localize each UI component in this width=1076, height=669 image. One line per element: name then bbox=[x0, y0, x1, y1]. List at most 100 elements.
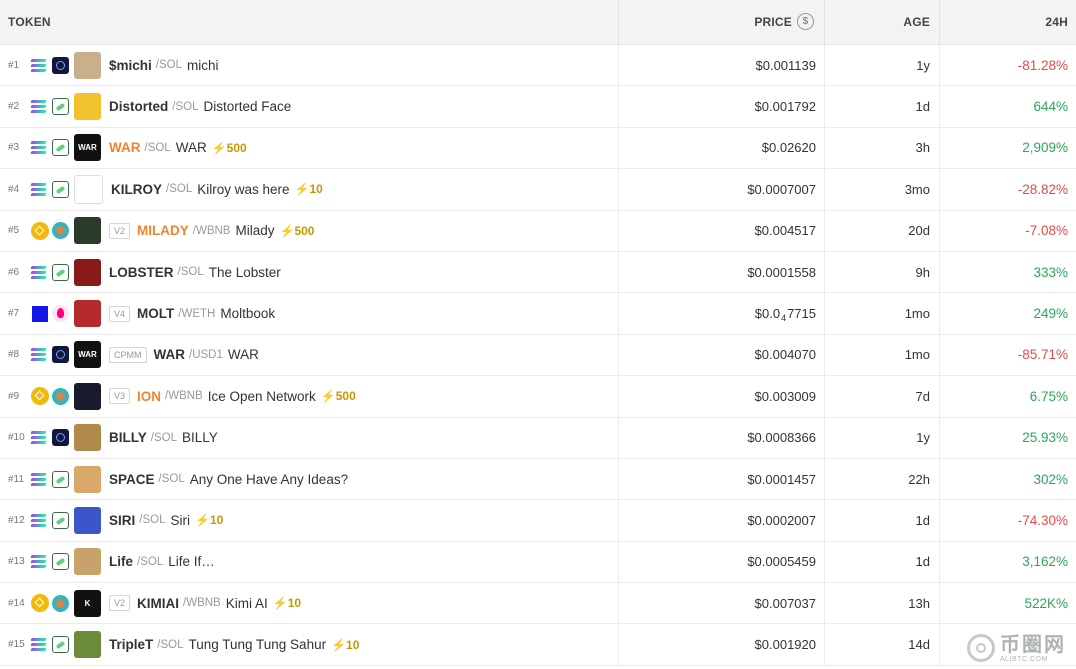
table-row[interactable]: #14 K V2 KIMIAI/WBNB Kimi AI ⚡10 $0.007037 13h 5… bbox=[0, 583, 1076, 625]
token-name: Ice Open Network bbox=[207, 388, 316, 404]
table-row[interactable]: #15 TripleT/SOL Tung Tung Tung Sahur ⚡10 $0.… bbox=[0, 624, 1076, 666]
price-value: $0.0007007 bbox=[747, 181, 816, 197]
table-row[interactable]: #7 V4 MOLT/WETH Moltbook $0.047715 1mo 249% bbox=[0, 293, 1076, 335]
boost-badge: ⚡10 bbox=[331, 637, 360, 652]
token-name: Kimi AI bbox=[225, 595, 268, 611]
token-name: Siri bbox=[170, 512, 190, 528]
change-24h-value: 25.93% bbox=[1022, 430, 1068, 446]
token-cell[interactable]: #7 V4 MOLT/WETH Moltbook bbox=[0, 293, 618, 333]
solana-chain-icon bbox=[30, 263, 49, 281]
table-row[interactable]: #2 Distorted/SOL Distorted Face $0.001792 1d… bbox=[0, 86, 1076, 128]
solana-chain-icon bbox=[30, 636, 49, 654]
token-cell[interactable]: #10 BILLY/SOL BILLY bbox=[0, 418, 618, 458]
token-cell[interactable]: #1 $michi/SOL michi bbox=[0, 45, 618, 85]
age-value: 1mo bbox=[904, 347, 930, 363]
solana-chain-icon bbox=[30, 470, 49, 488]
table-row[interactable]: #4 KILROY/SOL Kilroy was here ⚡10 $0.0007007… bbox=[0, 169, 1076, 211]
pumpswap-dex-icon bbox=[52, 139, 69, 157]
rank: #2 bbox=[8, 101, 20, 113]
price-value: $0.0001457 bbox=[747, 471, 816, 487]
age-value: 14d bbox=[908, 637, 930, 653]
watermark-logo-icon bbox=[967, 634, 995, 662]
token-symbol: MOLT bbox=[137, 306, 175, 322]
token-cell[interactable]: #4 KILROY/SOL Kilroy was here ⚡10 bbox=[0, 169, 618, 209]
ethereum-chain-icon bbox=[32, 305, 48, 322]
solana-chain-icon bbox=[30, 98, 49, 116]
token-symbol: $michi bbox=[109, 57, 152, 73]
column-header-age[interactable]: AGE bbox=[824, 0, 939, 44]
table-row[interactable]: #8 WAR CPMM WAR/USD1 WAR $0.004070 1mo -85.71% bbox=[0, 334, 1076, 377]
change-24h-cell: 249% bbox=[939, 293, 1076, 334]
token-symbol: Life bbox=[109, 554, 134, 570]
boost-badge: ⚡10 bbox=[272, 596, 302, 611]
price-value: $0.001920 bbox=[754, 637, 816, 653]
column-header-24h[interactable]: 24H bbox=[939, 0, 1076, 44]
token-cell[interactable]: #8 WAR CPMM WAR/USD1 WAR bbox=[0, 335, 618, 375]
boost-badge: ⚡10 bbox=[294, 182, 323, 197]
boost-badge: ⚡10 bbox=[194, 513, 224, 528]
quote-pair: /SOL bbox=[172, 100, 199, 113]
pancakeswap-dex-icon bbox=[52, 387, 69, 405]
bnb-chain-icon bbox=[31, 594, 49, 613]
token-cell[interactable]: #2 Distorted/SOL Distorted Face bbox=[0, 86, 618, 126]
solana-chain-icon bbox=[30, 553, 49, 571]
dollar-circle-icon[interactable]: $ bbox=[797, 13, 814, 31]
age-value: 1y bbox=[916, 430, 930, 446]
price-value: $0.001139 bbox=[755, 57, 817, 73]
rank: #1 bbox=[8, 59, 20, 71]
bnb-chain-icon bbox=[31, 387, 49, 406]
token-cell[interactable]: #3 WAR WAR/SOL WAR ⚡500 bbox=[0, 128, 618, 168]
token-name: The Lobster bbox=[208, 264, 281, 280]
token-symbol: MILADY bbox=[137, 223, 189, 239]
token-avatar bbox=[74, 465, 101, 493]
column-header-token[interactable]: TOKEN bbox=[8, 0, 51, 44]
token-cell[interactable]: #11 SPACE/SOL Any One Have Any Ideas? bbox=[0, 459, 618, 499]
age-cell: 22h bbox=[824, 458, 939, 500]
price-cell: $0.0008366 bbox=[618, 417, 824, 458]
change-24h-cell: 6.75% bbox=[939, 376, 1076, 417]
launchlab-dex-icon bbox=[52, 429, 69, 447]
column-header-price[interactable]: PRICE $ bbox=[618, 0, 824, 44]
change-24h-cell: 2,909% bbox=[939, 127, 1076, 169]
token-cell[interactable]: #5 V2 MILADY/WBNB Milady ⚡500 bbox=[0, 211, 618, 251]
table-row[interactable]: #3 WAR WAR/SOL WAR ⚡500 $0.02620 3h 2,909% bbox=[0, 127, 1076, 170]
token-cell[interactable]: #13 Life/SOL Life If… bbox=[0, 542, 618, 582]
table-row[interactable]: #10 BILLY/SOL BILLY $0.0008366 1y 25.93% bbox=[0, 417, 1076, 459]
table-row[interactable]: #1 $michi/SOL michi $0.001139 1y -81.28% bbox=[0, 45, 1076, 87]
token-symbol: ION bbox=[137, 388, 162, 404]
age-cell: 1d bbox=[824, 541, 939, 583]
price-value: $0.0005459 bbox=[747, 554, 816, 570]
token-name: Milady bbox=[235, 223, 275, 239]
change-24h-cell: -28.82% bbox=[939, 169, 1076, 210]
token-cell[interactable]: #9 V3 ION/WBNB Ice Open Network ⚡500 bbox=[0, 376, 618, 416]
lightning-icon: ⚡ bbox=[331, 637, 347, 652]
token-cell[interactable]: #15 TripleT/SOL Tung Tung Tung Sahur ⚡10 bbox=[0, 624, 618, 664]
price-cell: $0.004517 bbox=[618, 210, 824, 251]
pool-version-badge: CPMM bbox=[109, 346, 147, 363]
price-value: $0.004517 bbox=[754, 223, 816, 239]
change-24h-value: -28.82% bbox=[1017, 181, 1068, 197]
table-row[interactable]: #12 SIRI/SOL Siri ⚡10 $0.0002007 1d -74.30% bbox=[0, 500, 1076, 542]
age-value: 13h bbox=[908, 595, 930, 611]
quote-pair: /SOL bbox=[158, 473, 185, 486]
change-24h-cell: 3,162% bbox=[939, 541, 1076, 583]
table-row[interactable]: #5 V2 MILADY/WBNB Milady ⚡500 $0.004517 20d -7.… bbox=[0, 210, 1076, 252]
uniswap-dex-icon bbox=[52, 305, 69, 323]
table-row[interactable]: #11 SPACE/SOL Any One Have Any Ideas? $0.00… bbox=[0, 458, 1076, 501]
rank: #7 bbox=[8, 308, 20, 320]
token-cell[interactable]: #12 SIRI/SOL Siri ⚡10 bbox=[0, 500, 618, 540]
token-cell[interactable]: #14 K V2 KIMIAI/WBNB Kimi AI ⚡10 bbox=[0, 583, 618, 623]
lightning-icon: ⚡ bbox=[211, 140, 227, 155]
token-cell[interactable]: #6 LOBSTER/SOL The Lobster bbox=[0, 252, 618, 292]
table-row[interactable]: #9 V3 ION/WBNB Ice Open Network ⚡500 $0.00300… bbox=[0, 376, 1076, 418]
change-24h-value: -85.71% bbox=[1017, 347, 1068, 363]
change-24h-cell: 302% bbox=[939, 458, 1076, 500]
table-row[interactable]: #13 Life/SOL Life If… $0.0005459 1d 3,162% bbox=[0, 541, 1076, 584]
age-value: 1y bbox=[916, 57, 930, 73]
boost-badge: ⚡500 bbox=[211, 140, 247, 155]
token-name: Kilroy was here bbox=[197, 181, 290, 197]
table-row[interactable]: #6 LOBSTER/SOL The Lobster $0.0001558 9h 333% bbox=[0, 251, 1076, 294]
change-24h-cell: -81.28% bbox=[939, 45, 1076, 86]
price-cell: $0.007037 bbox=[618, 583, 824, 624]
age-cell: 7d bbox=[824, 376, 939, 417]
